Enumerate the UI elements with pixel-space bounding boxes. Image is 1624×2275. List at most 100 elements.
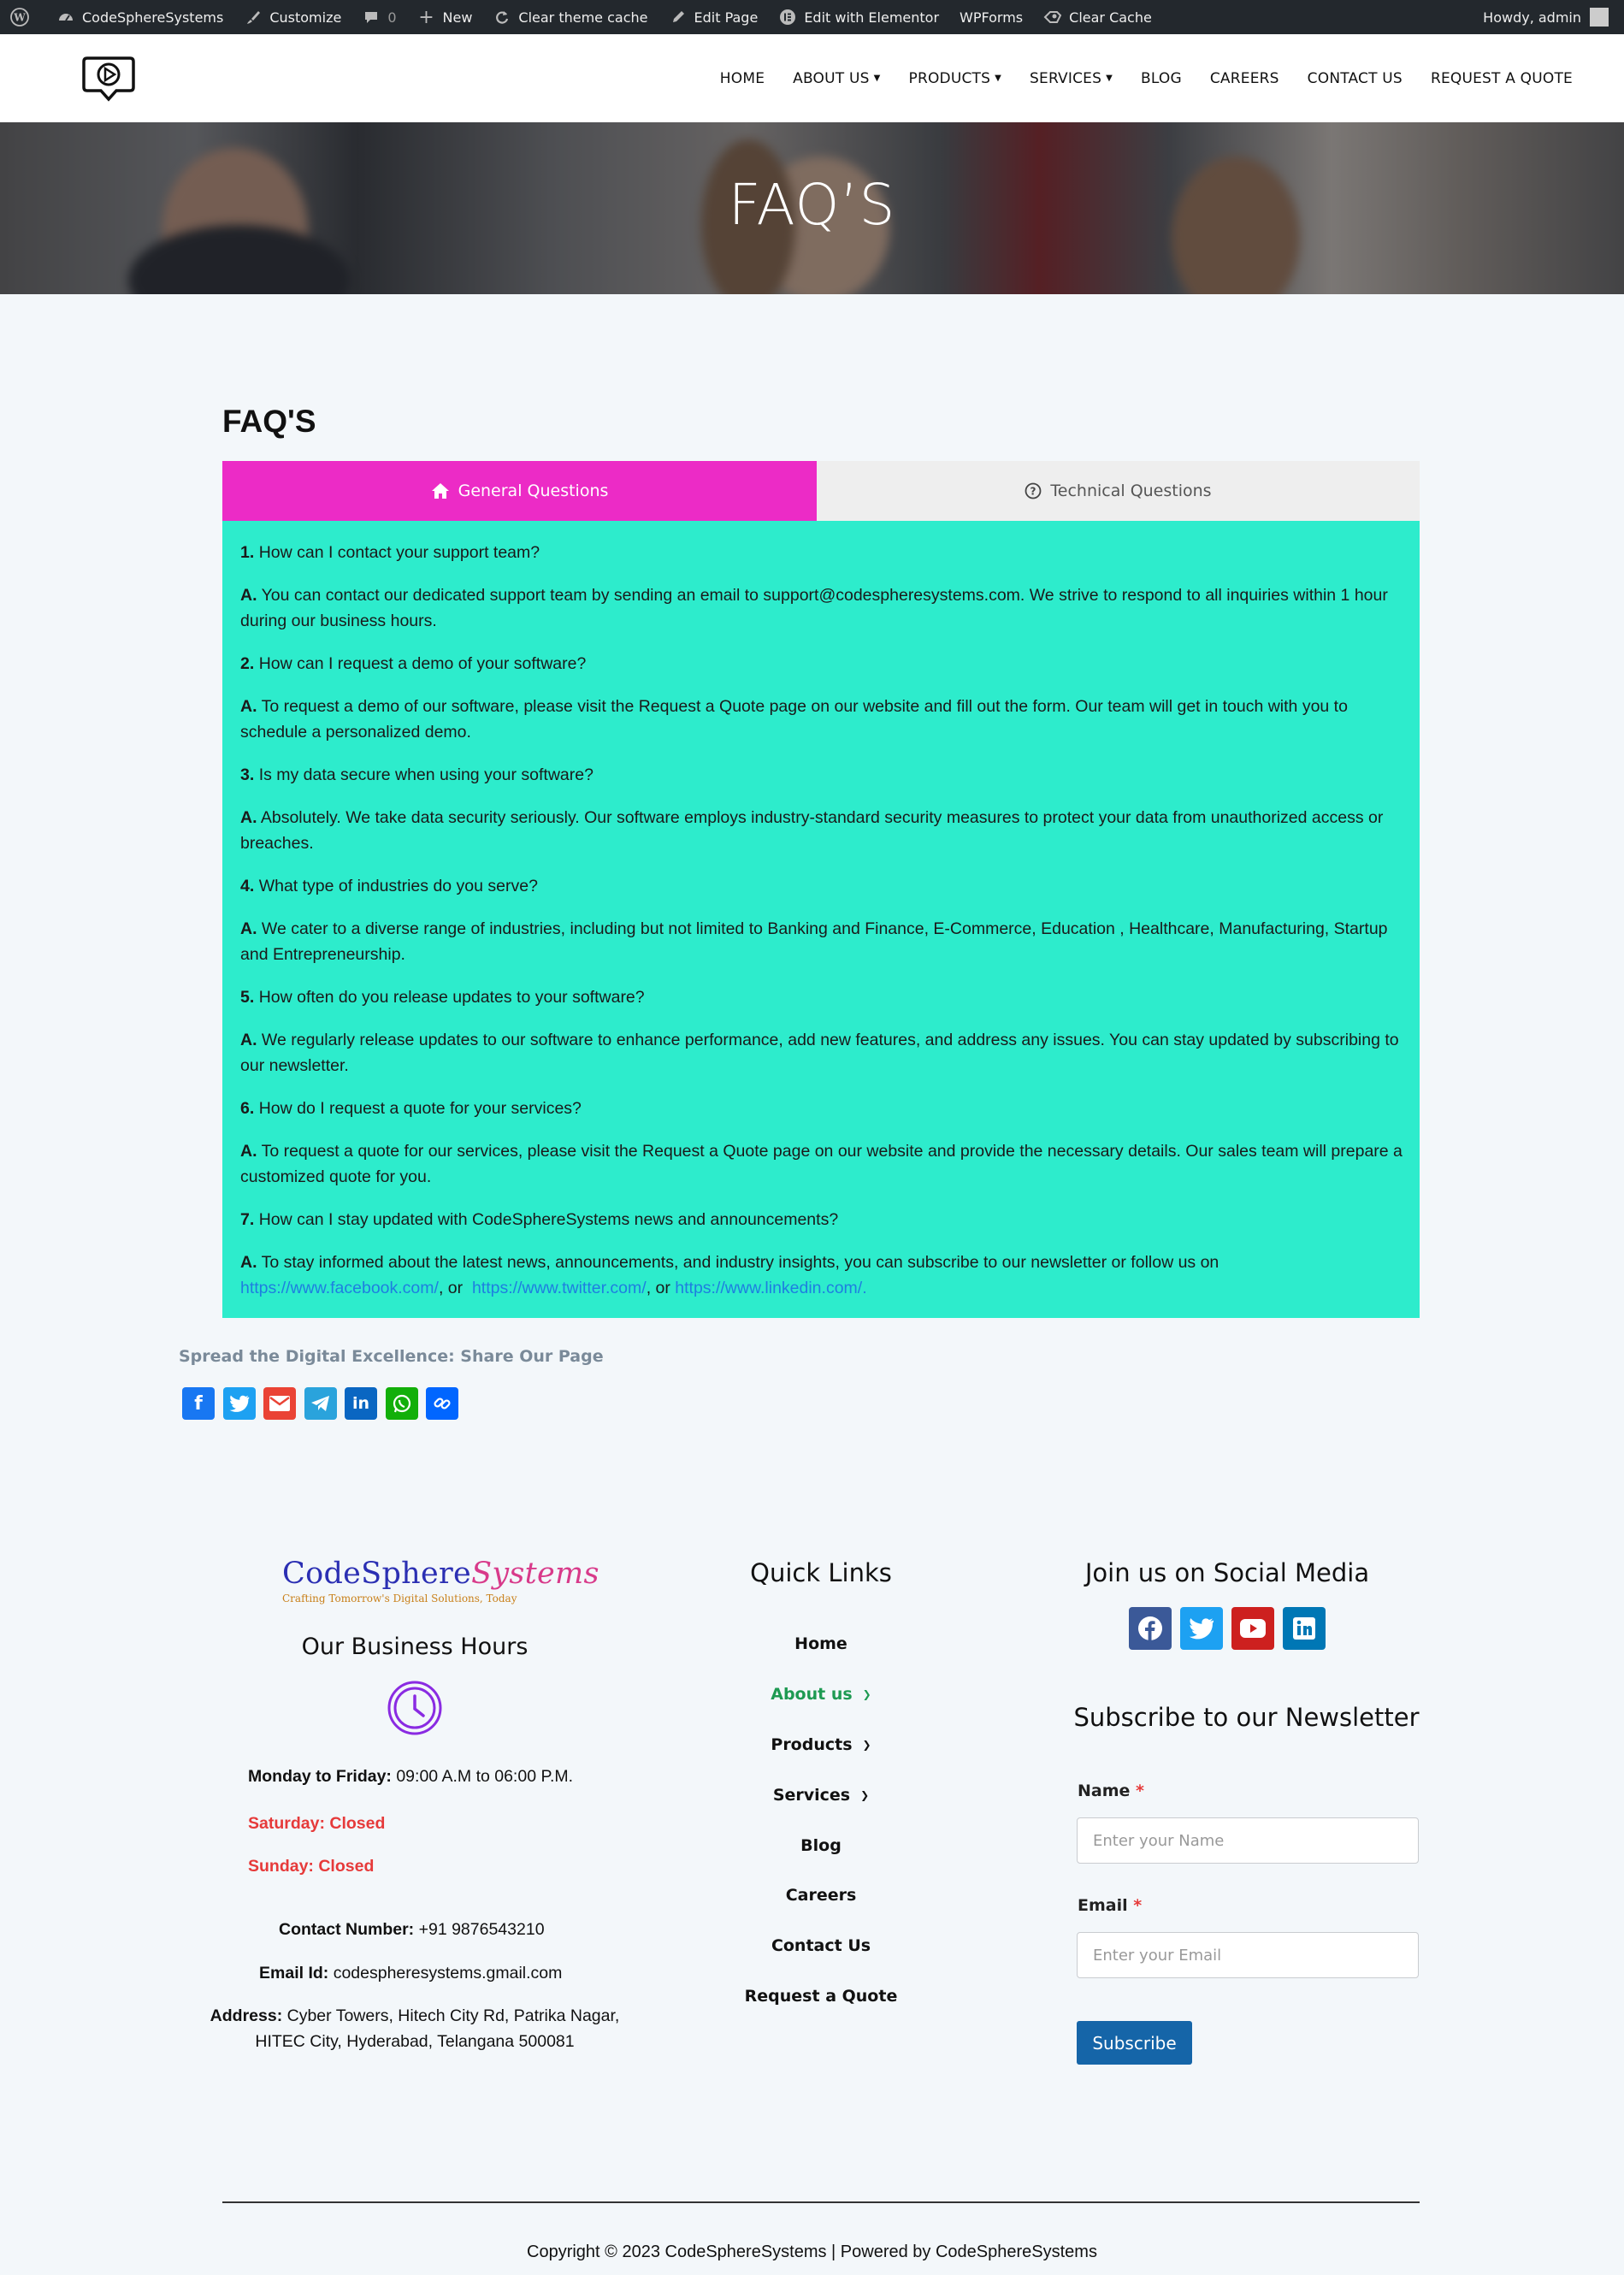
tab-general-questions[interactable]: General Questions bbox=[222, 461, 817, 533]
email-label: Email Id: bbox=[259, 1964, 329, 1982]
admin-new[interactable]: + New bbox=[407, 0, 483, 34]
svg-text:?: ? bbox=[1031, 486, 1036, 498]
question-number: 2. bbox=[240, 654, 255, 673]
faq-question: 3. Is my data secure when using your sof… bbox=[240, 762, 1403, 788]
admin-edit-page[interactable]: Edit Page bbox=[658, 0, 769, 34]
twitter-link[interactable]: https://www.twitter.com/ bbox=[472, 1279, 647, 1297]
quick-link-request-quote[interactable]: Request a Quote bbox=[693, 1971, 949, 2022]
nav-blog[interactable]: BLOG bbox=[1141, 70, 1182, 87]
address-label: Address: bbox=[210, 2006, 283, 2025]
wordpress-icon: W bbox=[10, 8, 29, 27]
admin-edit-elementor[interactable]: Edit with Elementor bbox=[768, 0, 949, 34]
tab-technical-label: Technical Questions bbox=[1050, 482, 1212, 500]
site-header: HOME ABOUT US ▼ PRODUCTS ▼ SERVICES ▼ BLOG … bbox=[0, 34, 1624, 122]
admin-account-menu[interactable]: Howdy, admin bbox=[1483, 8, 1624, 27]
twitter-share-icon[interactable] bbox=[222, 1387, 256, 1420]
quick-link-home[interactable]: Home bbox=[693, 1619, 949, 1669]
footer-divider bbox=[222, 2201, 1420, 2203]
answer-text: We regularly release updates to our soft… bbox=[240, 1031, 1399, 1075]
subscribe-button[interactable]: Subscribe bbox=[1077, 2021, 1192, 2065]
quick-link-about-us[interactable]: About us ❯ bbox=[693, 1669, 949, 1720]
weekday-hours: Monday to Friday: 09:00 A.M to 06:00 P.M… bbox=[248, 1767, 573, 1787]
facebook-share-icon[interactable]: f bbox=[182, 1387, 215, 1420]
twitter-icon[interactable] bbox=[1180, 1607, 1223, 1650]
new-label: New bbox=[442, 9, 473, 26]
faq-tabs: General Questions ? Technical Questions bbox=[222, 461, 1420, 533]
admin-wpforms[interactable]: WPForms bbox=[949, 0, 1033, 34]
pencil-icon bbox=[669, 8, 688, 27]
answer-text: To stay informed about the latest news, … bbox=[261, 1253, 1219, 1272]
site-logo[interactable] bbox=[80, 55, 137, 103]
nav-products[interactable]: PRODUCTS ▼ bbox=[909, 70, 1002, 87]
share-title: Spread the Digital Excellence: Share Our… bbox=[179, 1347, 604, 1366]
copy-link-share-icon[interactable] bbox=[426, 1387, 458, 1420]
email-input[interactable] bbox=[1077, 1932, 1419, 1978]
nav-services[interactable]: SERVICES ▼ bbox=[1030, 70, 1113, 87]
email-field-label: Email * bbox=[1078, 1896, 1142, 1915]
youtube-icon[interactable] bbox=[1231, 1607, 1274, 1650]
share-buttons: f in bbox=[182, 1387, 467, 1420]
address: Address: Cyber Towers, Hitech City Rd, P… bbox=[210, 2003, 620, 2054]
home-icon bbox=[431, 482, 450, 499]
edit-elementor-label: Edit with Elementor bbox=[804, 9, 940, 26]
facebook-link[interactable]: https://www.facebook.com/ bbox=[240, 1279, 439, 1297]
admin-site-name[interactable]: CodeSphereSystems bbox=[46, 0, 233, 34]
brand-name-part1: CodeSphere bbox=[282, 1557, 472, 1591]
admin-clear-theme-cache[interactable]: Clear theme cache bbox=[482, 0, 658, 34]
linkedin-icon[interactable] bbox=[1283, 1607, 1326, 1650]
nav-request-quote[interactable]: REQUEST A QUOTE bbox=[1431, 70, 1573, 87]
name-input[interactable] bbox=[1077, 1817, 1419, 1864]
hero-banner: FAQ’S bbox=[0, 122, 1624, 294]
quick-link-careers[interactable]: Careers bbox=[693, 1870, 949, 1921]
quick-link-services[interactable]: Services ❯ bbox=[693, 1770, 949, 1820]
email-value: codespheresystems.gmail.com bbox=[328, 1964, 563, 1982]
linkedin-link[interactable]: https://www.linkedin.com/. bbox=[675, 1279, 866, 1297]
quick-link-products[interactable]: Products ❯ bbox=[693, 1720, 949, 1770]
quick-link-label: Products bbox=[771, 1734, 853, 1754]
faq-answer: A. You can contact our dedicated support… bbox=[240, 582, 1403, 634]
linkedin-share-icon[interactable]: in bbox=[345, 1387, 377, 1420]
contact-value: +91 9876543210 bbox=[414, 1920, 545, 1939]
admin-comments[interactable]: 0 bbox=[351, 0, 406, 34]
gmail-share-icon[interactable] bbox=[263, 1387, 296, 1420]
facebook-icon[interactable] bbox=[1129, 1607, 1172, 1650]
nav-products-label: PRODUCTS bbox=[908, 69, 991, 87]
nav-home[interactable]: HOME bbox=[720, 70, 765, 87]
copyright: Copyright © 2023 CodeSphereSystems | Pow… bbox=[527, 2242, 1097, 2261]
telegram-share-icon[interactable] bbox=[304, 1387, 337, 1420]
business-hours-title: Our Business Hours bbox=[301, 1634, 529, 1660]
rocket-cache-icon bbox=[1043, 8, 1062, 27]
whatsapp-share-icon[interactable] bbox=[385, 1387, 418, 1420]
tab-technical-questions[interactable]: ? Technical Questions bbox=[817, 461, 1420, 521]
social-media-title: Join us on Social Media bbox=[1084, 1558, 1370, 1587]
brand-name: CodeSphereSystems bbox=[282, 1557, 599, 1591]
quick-link-blog[interactable]: Blog bbox=[693, 1820, 949, 1870]
question-text: How often do you release updates to your… bbox=[258, 988, 645, 1007]
quick-link-label: About us bbox=[771, 1685, 853, 1705]
chevron-down-icon: ❯ bbox=[862, 1688, 871, 1701]
answer-prefix: A. bbox=[240, 1142, 257, 1161]
faq-question: 5. How often do you release updates to y… bbox=[240, 984, 1403, 1010]
footer-brand-logo[interactable]: CodeSphereSystems Crafting Tomorrow's Di… bbox=[282, 1557, 599, 1604]
brand-tagline: Crafting Tomorrow's Digital Solutions, T… bbox=[282, 1592, 517, 1604]
faq-answer: A. To request a quote for our services, … bbox=[240, 1138, 1403, 1190]
wordpress-logo-menu[interactable]: W bbox=[0, 0, 46, 34]
comments-count: 0 bbox=[387, 9, 397, 26]
nav-about-us[interactable]: ABOUT US ▼ bbox=[793, 70, 880, 87]
quick-link-contact-us[interactable]: Contact Us bbox=[693, 1921, 949, 1971]
nav-careers-label: CAREERS bbox=[1209, 69, 1279, 87]
admin-customize[interactable]: Customize bbox=[233, 0, 351, 34]
question-text: How can I contact your support team? bbox=[258, 543, 540, 562]
nav-home-label: HOME bbox=[719, 69, 765, 87]
chevron-down-icon: ❯ bbox=[860, 1788, 870, 1801]
nav-contact-us[interactable]: CONTACT US bbox=[1308, 70, 1403, 87]
admin-clear-cache[interactable]: Clear Cache bbox=[1033, 0, 1162, 34]
quick-links-list: Home About us ❯ Products ❯ Services ❯ Blog … bbox=[693, 1619, 949, 2021]
social-buttons bbox=[1129, 1607, 1334, 1650]
question-number: 4. bbox=[240, 877, 255, 895]
nav-careers[interactable]: CAREERS bbox=[1210, 70, 1279, 87]
weekday-label: Monday to Friday: bbox=[248, 1767, 392, 1786]
caret-down-icon: ▼ bbox=[995, 74, 1002, 83]
question-number: 6. bbox=[240, 1099, 255, 1118]
main-nav: HOME ABOUT US ▼ PRODUCTS ▼ SERVICES ▼ BLOG … bbox=[692, 34, 1573, 122]
